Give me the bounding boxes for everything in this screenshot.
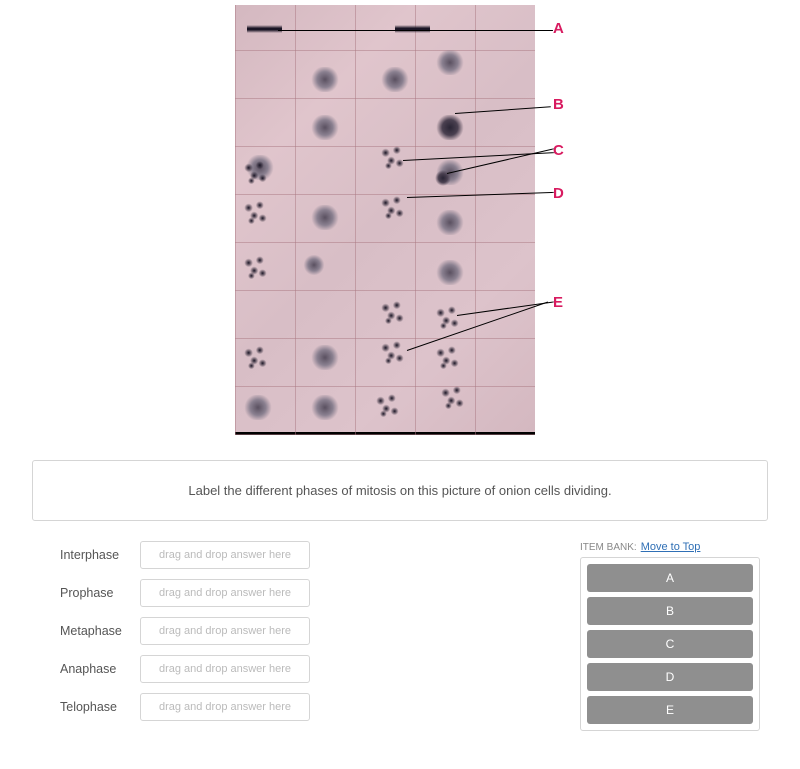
- image-container: A B C D E: [0, 0, 800, 440]
- drop-target-prophase[interactable]: drag and drop answer here: [140, 579, 310, 607]
- image-label-a: A: [553, 20, 564, 37]
- question-prompt: Label the different phases of mitosis on…: [32, 460, 768, 521]
- image-label-c: C: [553, 142, 564, 159]
- drop-target-metaphase[interactable]: drag and drop answer here: [140, 617, 310, 645]
- bank-item-e[interactable]: E: [587, 696, 753, 724]
- phase-label-anaphase: Anaphase: [60, 662, 140, 676]
- image-label-e: E: [553, 294, 563, 311]
- microscope-image: A B C D E: [235, 5, 565, 435]
- phase-label-interphase: Interphase: [60, 548, 140, 562]
- drop-target-telophase[interactable]: drag and drop answer here: [140, 693, 310, 721]
- bank-item-a[interactable]: A: [587, 564, 753, 592]
- item-bank-box: A B C D E: [580, 557, 760, 731]
- drop-zones: Interphase drag and drop answer here Pro…: [60, 541, 310, 731]
- image-label-b: B: [553, 96, 564, 113]
- image-label-d: D: [553, 185, 564, 202]
- item-bank-title: ITEM BANK:: [580, 542, 637, 553]
- phase-label-prophase: Prophase: [60, 586, 140, 600]
- bank-item-d[interactable]: D: [587, 663, 753, 691]
- answer-area: Interphase drag and drop answer here Pro…: [0, 535, 800, 741]
- bank-item-c[interactable]: C: [587, 630, 753, 658]
- drop-target-anaphase[interactable]: drag and drop answer here: [140, 655, 310, 683]
- bank-item-b[interactable]: B: [587, 597, 753, 625]
- item-bank: ITEM BANK: Move to Top A B C D E: [580, 541, 760, 731]
- phase-label-metaphase: Metaphase: [60, 624, 140, 638]
- move-to-top-link[interactable]: Move to Top: [641, 541, 701, 553]
- phase-label-telophase: Telophase: [60, 700, 140, 714]
- drop-target-interphase[interactable]: drag and drop answer here: [140, 541, 310, 569]
